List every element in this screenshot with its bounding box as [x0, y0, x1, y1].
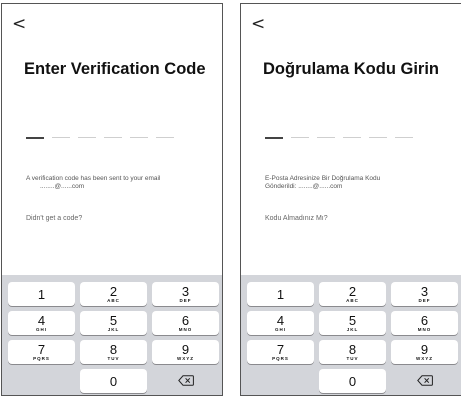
key-letters: TUV — [346, 356, 359, 361]
back-chevron-icon[interactable]: < — [251, 16, 265, 33]
key-1[interactable]: 1 — [8, 282, 75, 306]
key-3[interactable]: 3 DEF — [391, 282, 458, 306]
key-letters: GHI — [274, 327, 286, 332]
key-7[interactable]: 7 PQRS — [247, 340, 314, 364]
phone-screen-english: < Enter Verification Code A verification… — [1, 3, 223, 396]
key-letters: JKL — [346, 327, 359, 332]
info-line-2: Gönderildi: ........@......com — [265, 183, 343, 190]
key-digit: 7 — [37, 342, 46, 357]
code-slot-5 — [369, 137, 387, 138]
key-8[interactable]: 8 TUV — [80, 340, 147, 364]
key-digit: 4 — [37, 313, 46, 328]
info-line-1: E-Posta Adresinize Bir Doğrulama Kodu — [265, 175, 381, 182]
key-digit: 2 — [348, 284, 357, 299]
code-slot-6 — [395, 137, 413, 138]
key-digit: 3 — [181, 284, 190, 299]
key-letters: DEF — [418, 298, 431, 303]
info-line-2: ........@......com — [40, 183, 85, 190]
page-title: Doğrulama Kodu Girin — [263, 60, 440, 78]
key-digit: 3 — [420, 284, 429, 299]
key-digit: 0 — [348, 374, 357, 389]
key-letters: MNO — [417, 327, 432, 332]
key-9[interactable]: 9 WXYZ — [391, 340, 458, 364]
numeric-keypad: 1 2 ABC 3 DEF 4 GHI 5 JKL 6 MNO 7 PQRS 8… — [241, 275, 461, 395]
verification-info-text: A verification code has been sent to you… — [26, 175, 211, 191]
backspace-icon — [177, 375, 194, 386]
code-slot-3 — [78, 137, 96, 138]
key-5[interactable]: 5 JKL — [319, 311, 386, 335]
key-digit: 6 — [420, 313, 429, 328]
key-letters: TUV — [107, 356, 120, 361]
key-4[interactable]: 4 GHI — [247, 311, 314, 335]
key-digit: 2 — [109, 284, 118, 299]
key-digit: 4 — [276, 313, 285, 328]
page-title: Enter Verification Code — [24, 60, 206, 78]
key-digit: 5 — [109, 313, 118, 328]
key-digit: 6 — [181, 313, 190, 328]
key-digit: 9 — [420, 342, 429, 357]
key-letters: MNO — [178, 327, 193, 332]
key-letters: JKL — [107, 327, 120, 332]
key-digit: 1 — [37, 287, 46, 302]
code-slot-5 — [130, 137, 148, 138]
screenshot-canvas: < Enter Verification Code A verification… — [0, 0, 462, 398]
key-2[interactable]: 2 ABC — [319, 282, 386, 306]
info-line-1: A verification code has been sent to you… — [26, 175, 161, 182]
key-digit: 1 — [276, 287, 285, 302]
key-digit: 0 — [109, 374, 118, 389]
code-slot-1 — [26, 136, 44, 139]
key-3[interactable]: 3 DEF — [152, 282, 219, 306]
key-letters: WXYZ — [416, 356, 433, 361]
key-letters: DEF — [179, 298, 192, 303]
back-chevron-icon[interactable]: < — [12, 16, 26, 33]
key-1[interactable]: 1 — [247, 282, 314, 306]
key-0[interactable]: 0 — [80, 369, 147, 393]
key-digit: 8 — [109, 342, 118, 357]
code-slot-2 — [52, 137, 70, 138]
key-letters: ABC — [107, 298, 120, 303]
code-slot-6 — [156, 137, 174, 138]
resend-code-link[interactable]: Didn't get a code? — [26, 215, 82, 222]
key-6[interactable]: 6 MNO — [152, 311, 219, 335]
verification-code-input[interactable] — [26, 136, 206, 139]
key-letters: ABC — [346, 298, 359, 303]
key-9[interactable]: 9 WXYZ — [152, 340, 219, 364]
delete-key[interactable] — [152, 369, 219, 393]
key-5[interactable]: 5 JKL — [80, 311, 147, 335]
code-slot-3 — [317, 137, 335, 138]
backspace-icon — [416, 375, 433, 386]
key-6[interactable]: 6 MNO — [391, 311, 458, 335]
phone-screen-turkish: < Doğrulama Kodu Girin E-Posta Adresiniz… — [240, 3, 461, 396]
key-0[interactable]: 0 — [319, 369, 386, 393]
key-4[interactable]: 4 GHI — [8, 311, 75, 335]
code-slot-4 — [104, 137, 122, 138]
key-digit: 9 — [181, 342, 190, 357]
key-digit: 5 — [348, 313, 357, 328]
code-slot-4 — [343, 137, 361, 138]
resend-code-link[interactable]: Kodu Almadınız Mı? — [265, 215, 328, 222]
key-letters: GHI — [35, 327, 47, 332]
code-slot-2 — [291, 137, 309, 138]
key-7[interactable]: 7 PQRS — [8, 340, 75, 364]
verification-info-text: E-Posta Adresinize Bir Doğrulama Kodu Gö… — [265, 175, 450, 191]
key-letters: PQRS — [33, 356, 50, 361]
key-letters: WXYZ — [177, 356, 194, 361]
delete-key[interactable] — [391, 369, 458, 393]
numeric-keypad: 1 2 ABC 3 DEF 4 GHI 5 JKL 6 MNO 7 PQRS 8… — [2, 275, 222, 395]
key-letters: PQRS — [272, 356, 289, 361]
key-digit: 8 — [348, 342, 357, 357]
verification-code-input[interactable] — [265, 136, 445, 139]
key-8[interactable]: 8 TUV — [319, 340, 386, 364]
code-slot-1 — [265, 136, 283, 139]
key-2[interactable]: 2 ABC — [80, 282, 147, 306]
key-digit: 7 — [276, 342, 285, 357]
